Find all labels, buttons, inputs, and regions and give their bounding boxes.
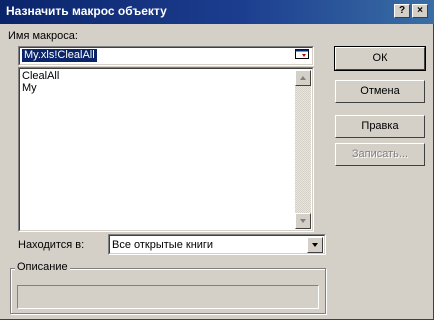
ok-button[interactable]: ОК	[334, 46, 426, 71]
title-bar[interactable]: Назначить макрос объекту ? ×	[0, 0, 434, 24]
location-value: Все открытые книги	[112, 239, 214, 251]
description-group: Описание	[10, 261, 326, 314]
location-dropdown-button[interactable]	[307, 237, 323, 253]
arrow-down-icon	[300, 219, 306, 223]
list-item[interactable]: ClealAll	[22, 70, 59, 82]
collapse-dialog-icon[interactable]	[295, 49, 309, 61]
list-scrollbar[interactable]	[295, 70, 311, 229]
scroll-up-button[interactable]	[295, 70, 311, 86]
help-button[interactable]: ?	[394, 4, 410, 18]
location-combobox[interactable]: Все открытые книги	[108, 234, 326, 255]
close-button[interactable]: ×	[412, 4, 428, 18]
macro-name-field[interactable]: My.xls!ClealAll	[18, 46, 314, 66]
chevron-down-icon	[312, 243, 318, 247]
description-text	[17, 285, 319, 309]
macro-name-value: My.xls!ClealAll	[22, 49, 97, 62]
dialog-title: Назначить макрос объекту	[6, 4, 167, 18]
scroll-down-button[interactable]	[295, 213, 311, 229]
arrow-up-icon	[300, 76, 306, 80]
list-item[interactable]: My	[22, 82, 37, 94]
macro-list[interactable]: ClealAll My	[18, 67, 314, 232]
assign-macro-dialog: Назначить макрос объекту ? × Имя макроса…	[0, 0, 434, 320]
location-label: Находится в:	[18, 239, 85, 251]
record-button: Записать...	[335, 143, 425, 166]
macro-name-label: Имя макроса:	[8, 30, 78, 42]
edit-button[interactable]: Правка	[335, 115, 425, 138]
description-label: Описание	[15, 261, 70, 273]
cancel-button[interactable]: Отмена	[335, 80, 425, 103]
